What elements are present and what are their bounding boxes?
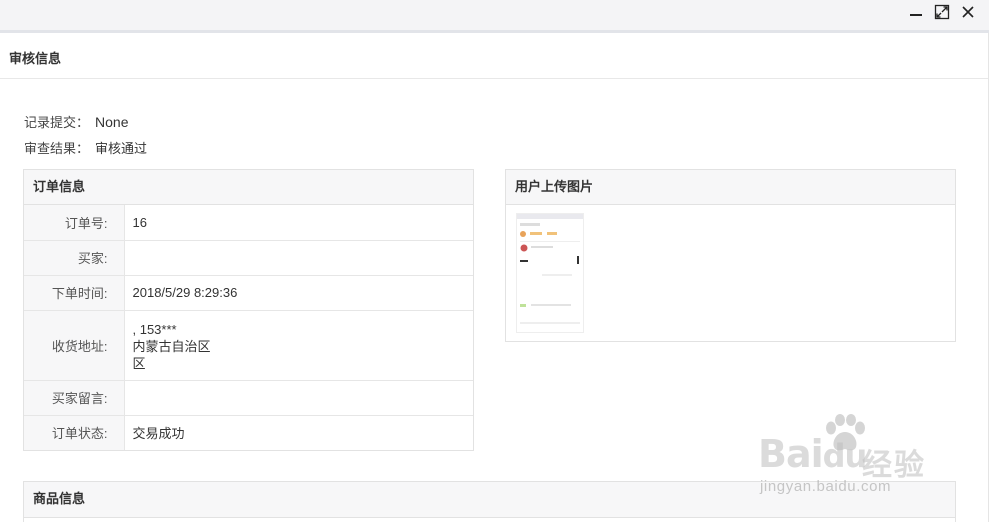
order-info-title: 订单信息 [24, 170, 473, 205]
close-button[interactable] [957, 2, 979, 22]
order-time-label: 下单时间: [24, 274, 125, 310]
order-info-panel: 订单信息 订单号: 16 买家: 下单时间: 2018/5/29 8:29:36… [23, 169, 474, 451]
shipping-address-value: , 153*** 内蒙古自治区 区 [124, 309, 473, 380]
screenshot-thumbnail-image [517, 214, 583, 324]
record-submit-label: 记录提交： [24, 115, 90, 130]
review-result-value: 审核通过 [95, 141, 148, 156]
table-row: 订单号: 16 [24, 205, 473, 240]
buyer-label: 买家: [24, 239, 125, 275]
window-titlebar [0, 0, 989, 30]
baidu-paw-icon [826, 414, 865, 451]
order-info-table: 订单号: 16 买家: 下单时间: 2018/5/29 8:29:36 收货地址… [24, 205, 473, 450]
table-row: 买家: [24, 239, 473, 275]
table-row: 订单状态: 交易成功 [24, 414, 473, 450]
address-line: , 153*** [132, 321, 177, 337]
watermark-brand: Baidu [758, 432, 867, 476]
maximize-button[interactable] [931, 2, 953, 22]
order-status-value: 交易成功 [124, 414, 473, 450]
uploaded-image-thumbnail[interactable] [516, 213, 584, 333]
close-icon [962, 6, 974, 18]
buyer-message-value [124, 379, 473, 415]
order-time-value: 2018/5/29 8:29:36 [124, 274, 473, 310]
record-submit-row: 记录提交： None [24, 112, 128, 131]
record-submit-value: None [95, 114, 129, 130]
minimize-icon [910, 14, 922, 16]
address-line: 区 [132, 355, 146, 371]
order-number-value: 16 [132, 214, 147, 230]
order-number-label: 订单号: [24, 205, 125, 240]
table-row: 下单时间: 2018/5/29 8:29:36 [24, 274, 473, 310]
goods-info-panel: 商品信息 [23, 481, 956, 522]
dialog-header: 审核信息 [0, 33, 989, 79]
uploaded-images-title: 用户上传图片 [506, 170, 955, 205]
shipping-address-label: 收货地址: [24, 309, 125, 380]
order-status-label: 订单状态: [24, 414, 125, 450]
goods-info-title: 商品信息 [24, 482, 955, 518]
buyer-value [124, 239, 473, 275]
review-result-label: 审查结果： [24, 141, 90, 156]
minimize-button[interactable] [905, 2, 927, 22]
uploaded-images-panel: 用户上传图片 [505, 169, 956, 342]
buyer-message-label: 买家留言: [24, 379, 125, 415]
watermark-cn-text: 经验 [862, 449, 926, 482]
table-row: 收货地址: , 153*** 内蒙古自治区 区 [24, 309, 473, 380]
table-row: 买家留言: [24, 379, 473, 415]
maximize-icon [934, 4, 950, 20]
address-line: 内蒙古自治区 [132, 338, 211, 354]
page-title: 审核信息 [9, 51, 62, 66]
review-result-row: 审查结果： 审核通过 [24, 138, 147, 157]
